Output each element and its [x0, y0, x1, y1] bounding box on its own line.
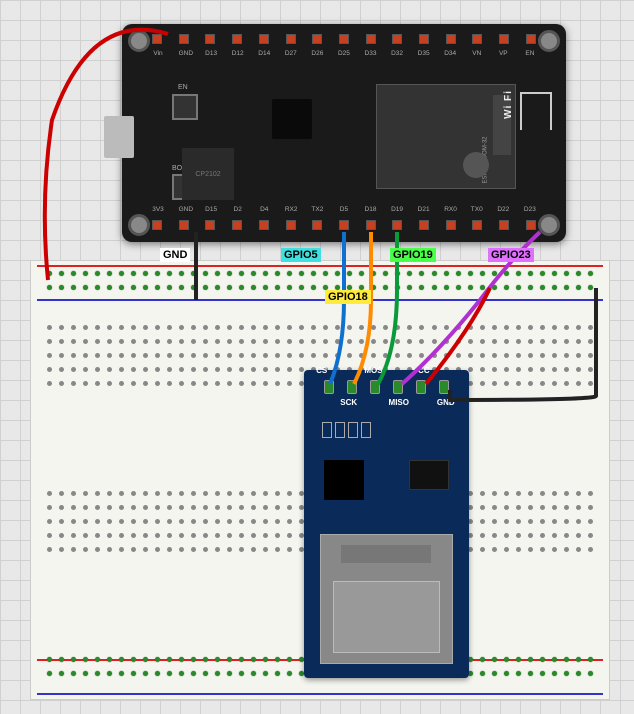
sd-slot-connector [341, 545, 431, 563]
mounting-hole [128, 214, 150, 236]
voltage-regulator [272, 99, 312, 139]
pin-labels-top: VinGNDD13D12D14D27D26D25D33D32D35D34VNVP… [152, 50, 536, 60]
power-rail-top-red [37, 265, 603, 267]
rail-row [47, 681, 593, 689]
usb-serial-chip: CP2102 [182, 148, 234, 200]
sd-card-slot[interactable] [320, 534, 453, 664]
sd-pin-miso [393, 380, 403, 394]
sd-pin-gnd [439, 380, 449, 394]
mounting-hole [538, 214, 560, 236]
sd-pin-vcc [416, 380, 426, 394]
mounting-hole [538, 30, 560, 52]
sd-pin-sck [347, 380, 357, 394]
sd-pin-labels-top: CSMOSIVCC [314, 366, 459, 375]
esp-wroom-shield: Wi Fi ESP-WROOM-32 [376, 84, 516, 189]
sd-pin-labels-bottom: SCKMISOGND [314, 398, 459, 407]
usb-port [104, 116, 134, 158]
esp32-board: EN BOOT CP2102 Wi Fi ESP-WROOM-32 VinGND… [122, 24, 566, 242]
pin-header-bottom [152, 220, 536, 232]
en-button[interactable] [172, 94, 198, 120]
jumper-block [322, 422, 371, 438]
mounting-hole [128, 30, 150, 52]
power-rail-top-blue [37, 299, 603, 301]
wifi-icon [463, 152, 489, 178]
sd-card-module: CSMOSIVCC SCKMISOGND [304, 370, 469, 678]
label-gpio19: GPIO19 [390, 248, 436, 262]
pcb-antenna [520, 92, 552, 130]
chip-label: CP2102 [195, 171, 220, 178]
power-rail-bottom-blue [37, 693, 603, 695]
pin-labels-bottom: 3V3GNDD15D2D4RX2TX2D5D18D19D21RX0TX0D22D… [152, 206, 536, 216]
label-gnd: GND [160, 248, 190, 262]
sd-slot-inner [333, 581, 440, 653]
label-gpio5: GPIO5 [281, 248, 321, 262]
label-gpio18: GPIO18 [325, 290, 371, 304]
label-gpio23: GPIO23 [488, 248, 534, 262]
pin-header-top [152, 34, 536, 46]
sd-pin-header [318, 380, 455, 398]
en-label: EN [178, 84, 188, 91]
wifi-text: Wi Fi [503, 90, 514, 119]
sd-pin-cs [324, 380, 334, 394]
sd-pin-mosi [370, 380, 380, 394]
sd-ic-chip [324, 460, 364, 500]
sd-regulator [409, 460, 449, 490]
